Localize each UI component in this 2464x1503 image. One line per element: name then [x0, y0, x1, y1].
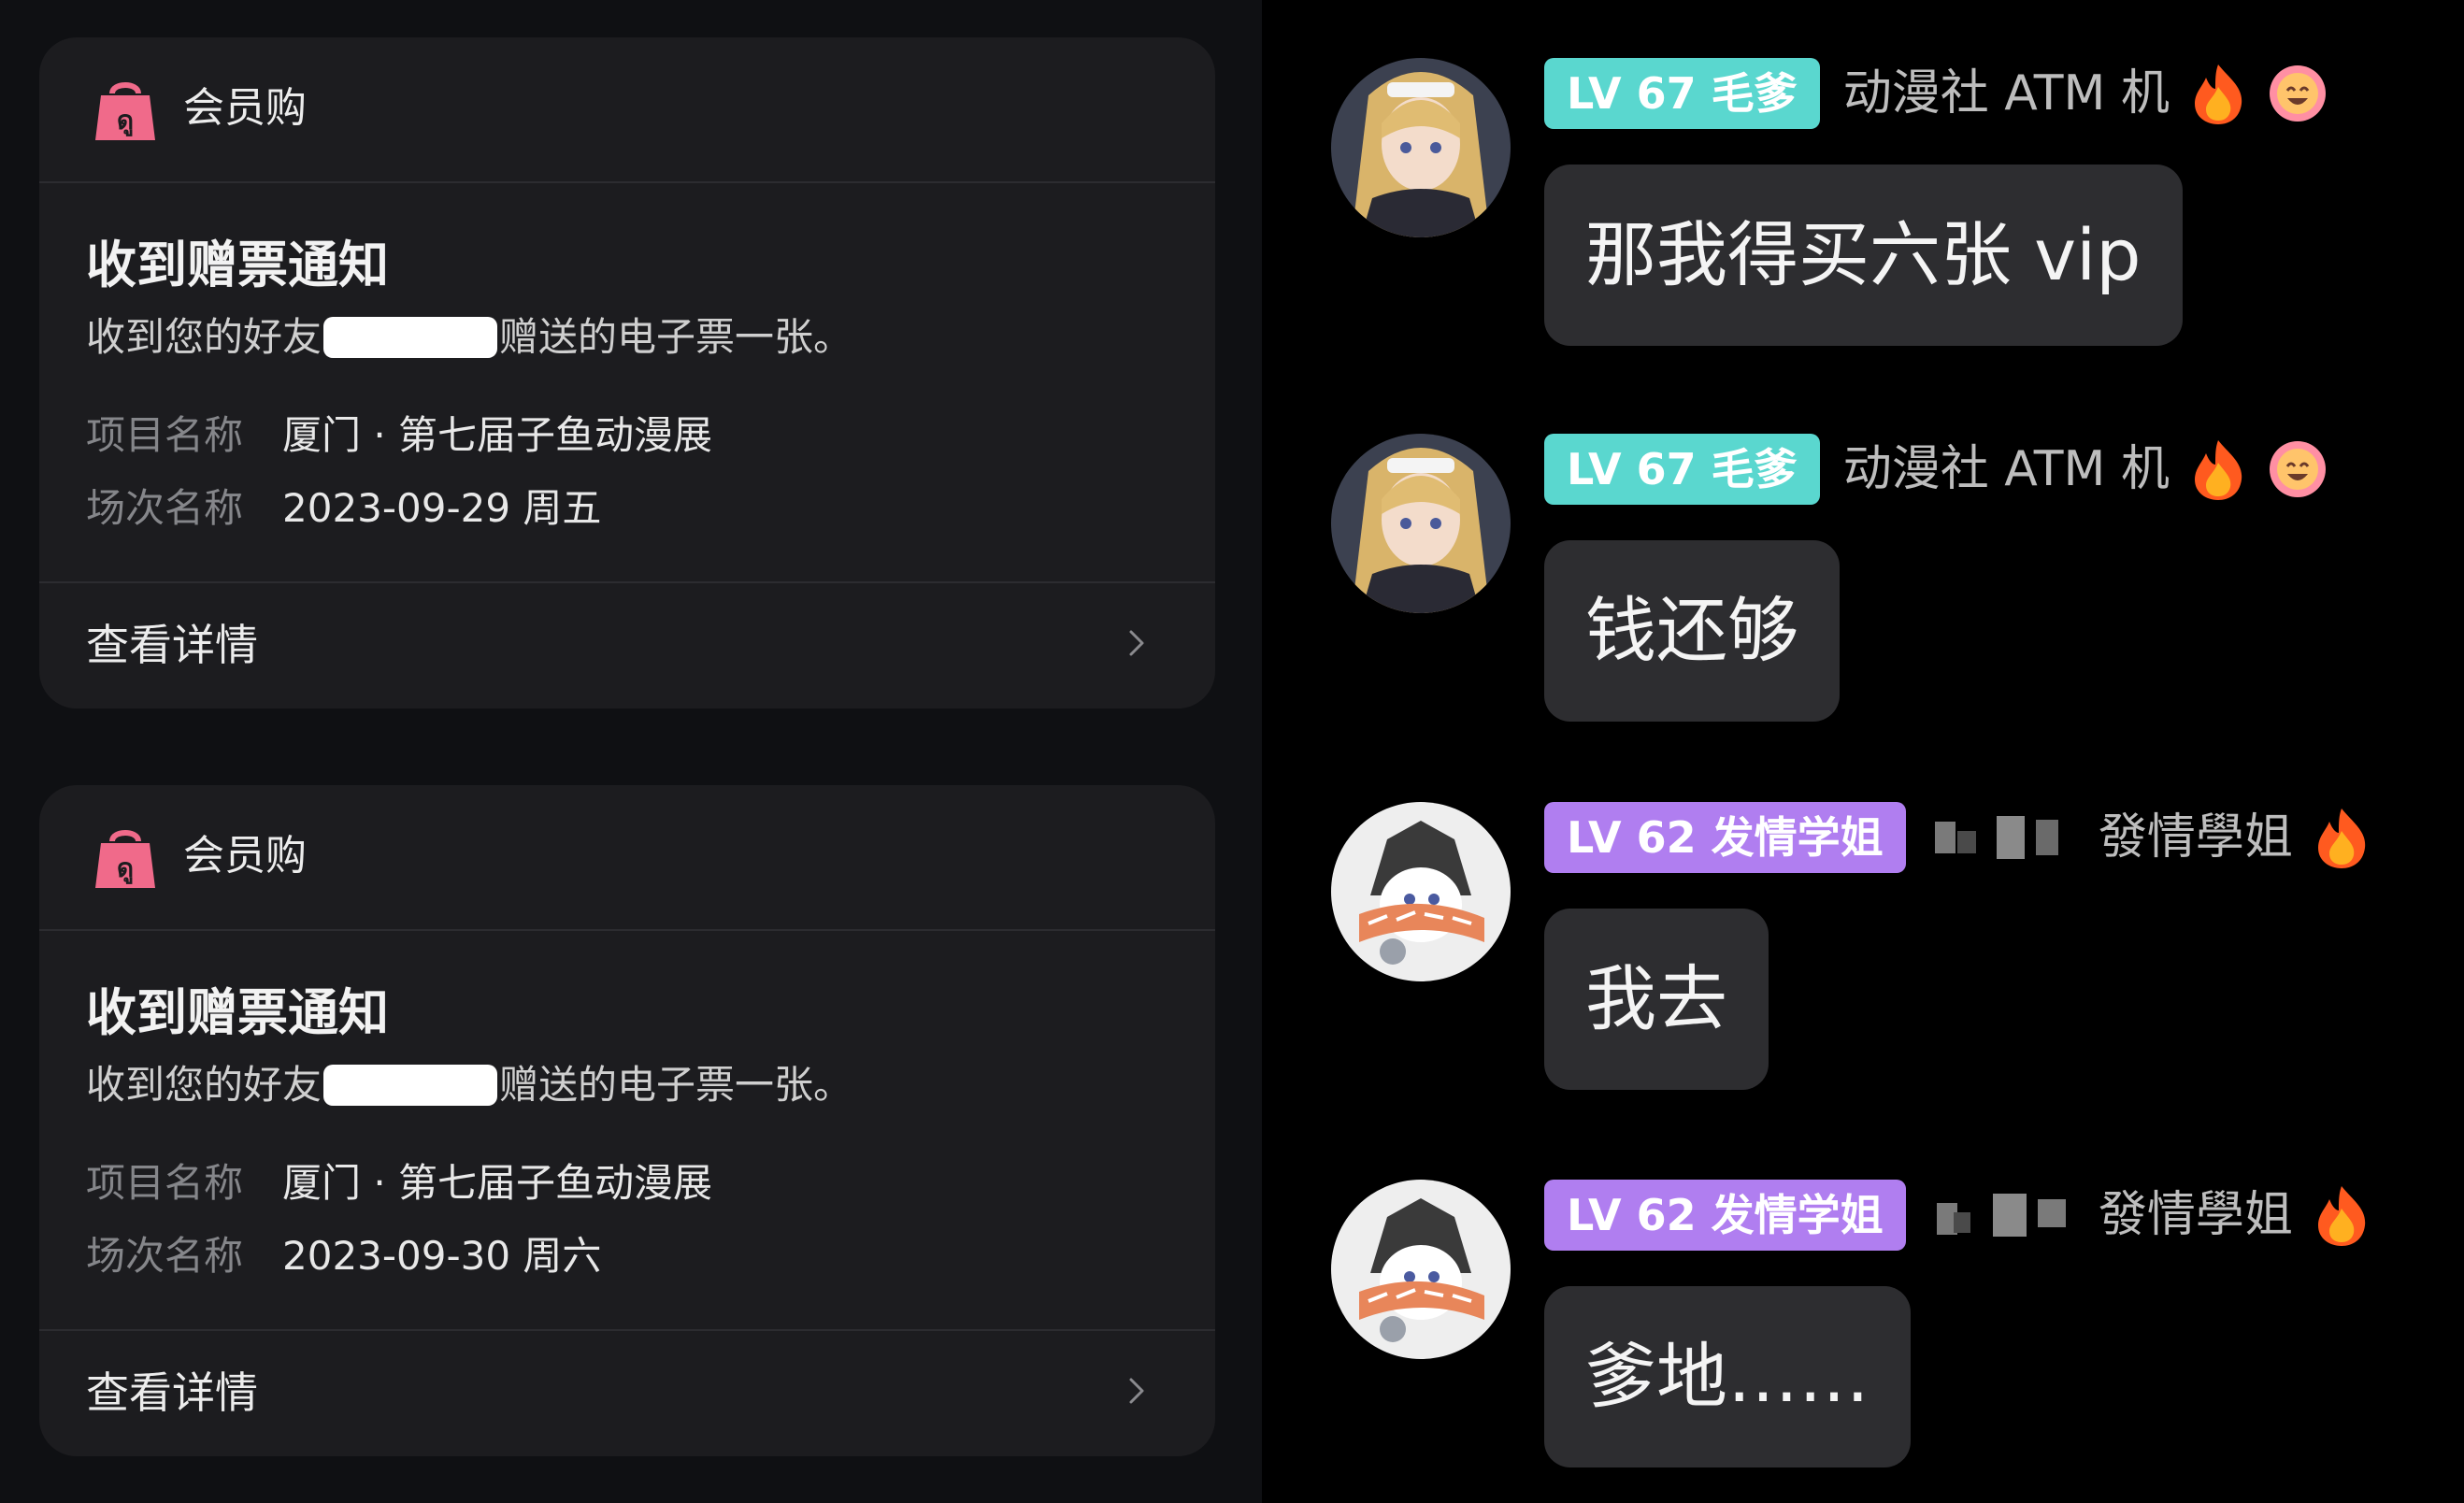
notification-panel: ดู 会员购 收到赠票通知 收到您的好友 赠送的电子票一张。 项目名称 厦门 · 第… [0, 0, 1262, 1503]
notification-title: 收到赠票通知 [86, 983, 389, 1042]
pixelated-username-prefix [1934, 816, 2075, 859]
redacted-friend-name [323, 1064, 498, 1106]
desc-prefix: 收到您的好友 [86, 1061, 322, 1108]
chat-panel: LV 67 毛爹 动漫社 ATM 机 那我得买六张 vip LV 67 毛爹 动… [1262, 0, 2464, 1503]
username[interactable]: 發情學姐 [2099, 802, 2293, 873]
project-name-row: 项目名称 厦门 · 第七届子鱼动漫展 [86, 1155, 712, 1211]
fire-icon [2195, 440, 2242, 500]
project-name-row: 项目名称 厦门 · 第七届子鱼动漫展 [86, 408, 712, 464]
project-name-label: 项目名称 [86, 1160, 244, 1206]
svg-text:ดู: ดู [117, 852, 134, 884]
notification-description: 收到您的好友 赠送的电子票一张。 [86, 307, 852, 365]
chevron-right-icon[interactable] [1118, 1372, 1155, 1410]
divider [39, 1329, 1215, 1331]
view-details-link[interactable]: 查看详情 [86, 1365, 258, 1421]
username[interactable]: 發情學姐 [2099, 1180, 2293, 1251]
svg-text:ดู: ดู [117, 105, 134, 136]
chevron-right-icon[interactable] [1118, 624, 1155, 662]
redacted-friend-name [323, 316, 498, 358]
session-name-row: 场次名称 2023-09-29 周五 [86, 480, 601, 537]
smile-face-icon [2270, 441, 2327, 497]
avatar[interactable] [1331, 434, 1511, 613]
desc-suffix: 赠送的电子票一张。 [499, 313, 853, 360]
avatar[interactable] [1331, 58, 1511, 237]
fire-icon [2317, 1186, 2366, 1246]
notification-description: 收到您的好友 赠送的电子票一张。 [86, 1054, 852, 1113]
chat-message: LV 67 毛爹 动漫社 ATM 机 钱还够 [1262, 434, 2464, 723]
message-bubble[interactable]: 爹地…… [1544, 1286, 1911, 1467]
fire-icon [2195, 64, 2242, 124]
username[interactable]: 动漫社 ATM 机 [1843, 434, 2170, 505]
avatar[interactable] [1331, 802, 1511, 981]
message-meta: LV 62 发情学姐 發情學姐 [1544, 802, 2372, 873]
message-bubble[interactable]: 我去 [1544, 909, 1769, 1090]
session-name-value: 2023-09-30 周六 [282, 1233, 602, 1279]
card-header: ดู 会员购 [39, 785, 1215, 931]
view-details-link[interactable]: 查看详情 [86, 617, 258, 673]
session-name-row: 场次名称 2023-09-30 周六 [86, 1228, 601, 1284]
ticket-notification-card[interactable]: ดู 会员购 收到赠票通知 收到您的好友 赠送的电子票一张。 项目名称 厦门 · 第… [39, 785, 1215, 1456]
ticket-notification-card[interactable]: ดู 会员购 收到赠票通知 收到您的好友 赠送的电子票一张。 项目名称 厦门 · 第… [39, 37, 1215, 709]
message-meta: LV 67 毛爹 动漫社 ATM 机 [1544, 434, 2328, 505]
message-bubble[interactable]: 钱还够 [1544, 540, 1840, 722]
shopping-bag-icon: ดู [95, 830, 155, 888]
project-name-value: 厦门 · 第七届子鱼动漫展 [282, 1160, 713, 1206]
message-meta: LV 62 发情学姐 發情學姐 [1544, 1180, 2372, 1251]
card-header: ดู 会员购 [39, 37, 1215, 183]
notification-title: 收到赠票通知 [86, 236, 389, 294]
project-name-value: 厦门 · 第七届子鱼动漫展 [282, 412, 713, 458]
desc-suffix: 赠送的电子票一张。 [499, 1061, 853, 1108]
app-name: 会员购 [183, 84, 307, 132]
session-name-label: 场次名称 [86, 485, 244, 531]
project-name-label: 项目名称 [86, 412, 244, 458]
smile-face-icon [2270, 65, 2327, 122]
chat-message: LV 67 毛爹 动漫社 ATM 机 那我得买六张 vip [1262, 58, 2464, 348]
divider [39, 581, 1215, 583]
message-meta: LV 67 毛爹 动漫社 ATM 机 [1544, 58, 2328, 129]
shopping-bag-icon: ดู [95, 82, 155, 140]
level-badge[interactable]: LV 67 毛爹 [1544, 58, 1820, 129]
app-name: 会员购 [183, 832, 307, 880]
chat-message: LV 62 发情学姐 發情學姐 我去 [1262, 802, 2464, 1092]
session-name-label: 场次名称 [86, 1233, 244, 1279]
level-badge[interactable]: LV 62 发情学姐 [1544, 1180, 1906, 1251]
pixelated-username-prefix [1935, 1194, 2075, 1237]
message-bubble[interactable]: 那我得买六张 vip [1544, 165, 2183, 346]
level-badge[interactable]: LV 67 毛爹 [1544, 434, 1820, 505]
chat-message: LV 62 发情学姐 發情學姐 爹地…… [1262, 1180, 2464, 1469]
desc-prefix: 收到您的好友 [86, 313, 322, 360]
username[interactable]: 动漫社 ATM 机 [1843, 58, 2170, 129]
fire-icon [2317, 809, 2366, 868]
avatar[interactable] [1331, 1180, 1511, 1359]
level-badge[interactable]: LV 62 发情学姐 [1544, 802, 1906, 873]
session-name-value: 2023-09-29 周五 [282, 485, 602, 531]
